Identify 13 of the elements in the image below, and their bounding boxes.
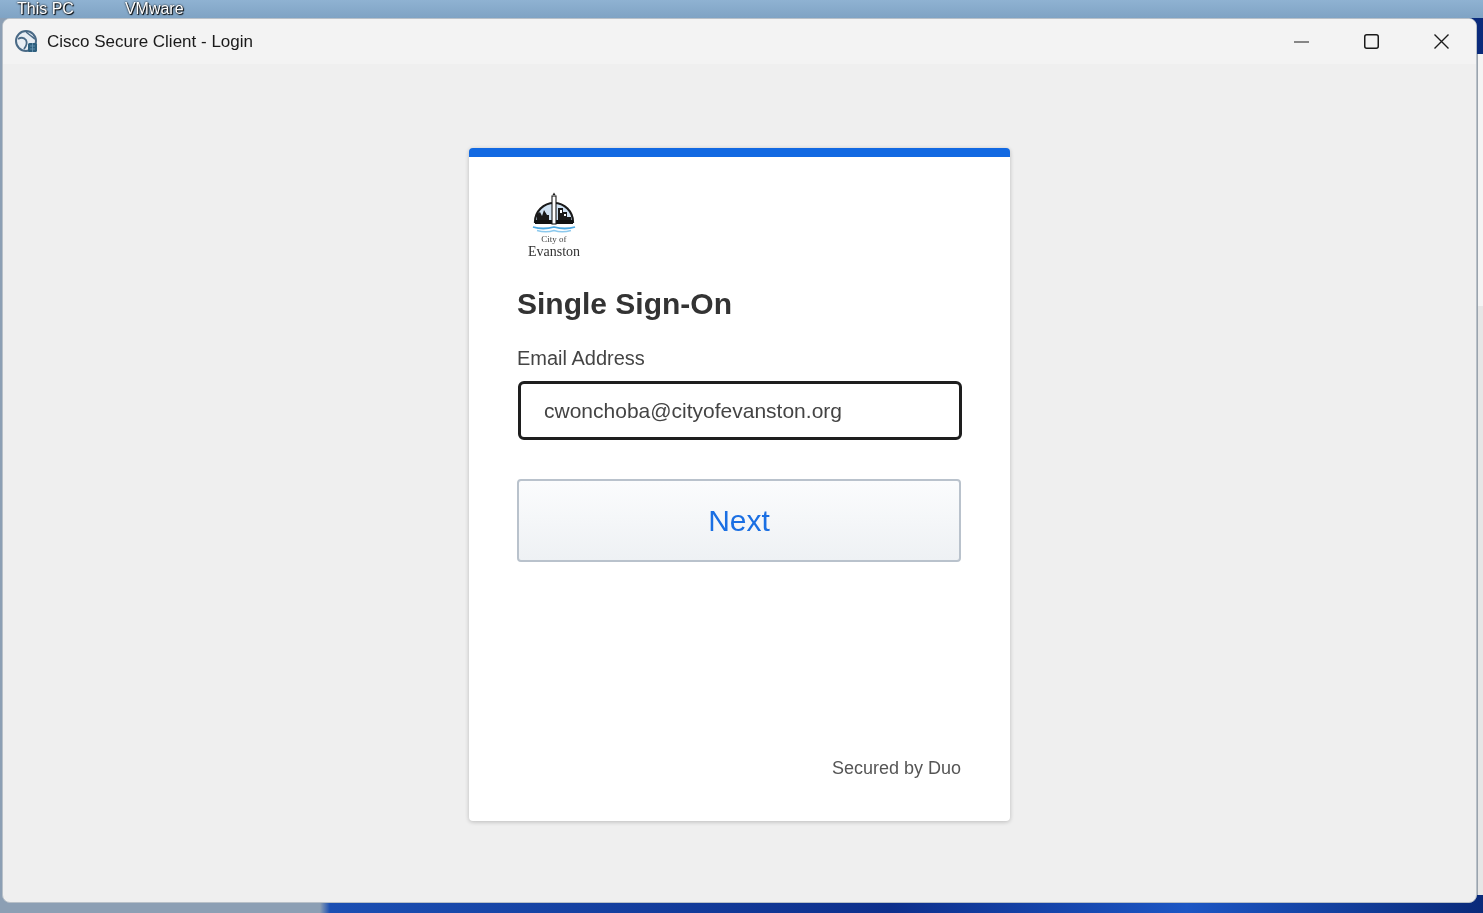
desktop-icon-label[interactable]: This PC <box>17 0 74 17</box>
secured-by-text: Secured by Duo <box>831 757 961 779</box>
next-button[interactable]: Next <box>517 479 961 562</box>
email-label: Email Address <box>517 346 645 370</box>
maximize-icon <box>1363 34 1379 49</box>
window-title: Cisco Secure Client - Login <box>47 31 253 52</box>
close-icon <box>1433 34 1449 49</box>
desktop-icon-label[interactable]: VMware <box>124 0 184 17</box>
sign-on-heading: Single Sign-On <box>517 287 732 321</box>
globe-icon <box>15 30 38 53</box>
minimize-icon <box>1293 40 1309 43</box>
email-field[interactable]: cwonchoba@cityofevanston.org <box>518 381 962 440</box>
city-logo: City of Evanston <box>520 192 588 260</box>
